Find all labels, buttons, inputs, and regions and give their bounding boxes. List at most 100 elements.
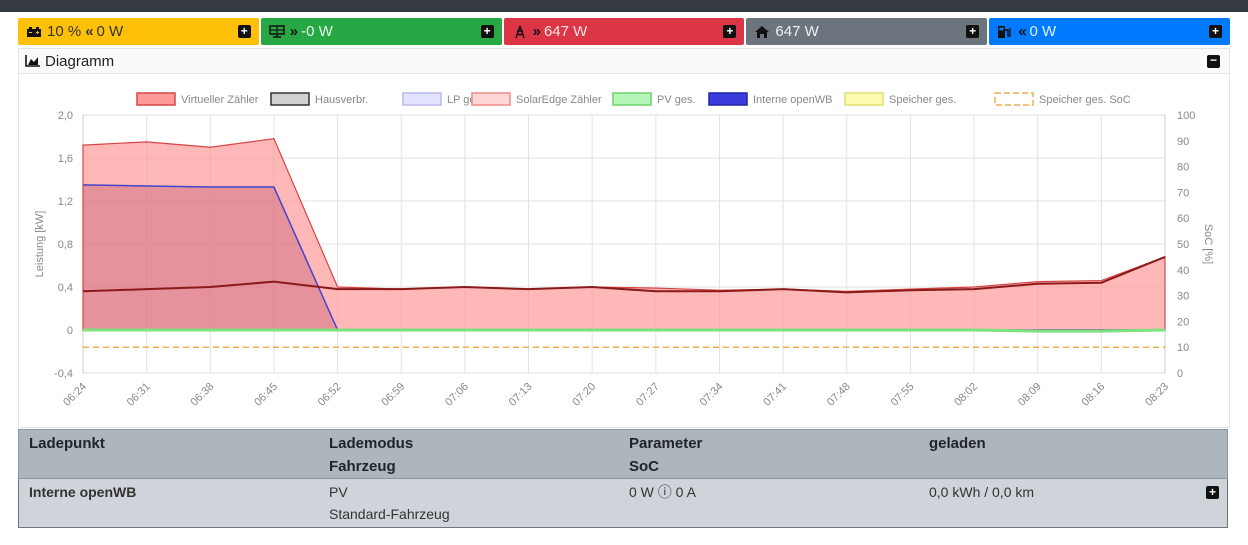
legend-swatch	[708, 92, 748, 106]
ev-plug-icon	[995, 25, 1015, 39]
x-tick-label: 07:41	[761, 381, 789, 409]
x-tick-label: 07:27	[634, 381, 662, 409]
battery-power: 0 W	[96, 23, 124, 40]
legend-swatch	[402, 92, 442, 106]
x-tick-label: 07:06	[443, 381, 471, 409]
y-axis-label: Leistung [kW]	[34, 211, 46, 278]
collapse-minus-icon[interactable]: −	[1207, 54, 1220, 68]
x-tick-label: 08:09	[1016, 381, 1044, 409]
lp-direction-icon: «	[1018, 23, 1027, 40]
legend-label: Virtueller Zähler	[181, 94, 259, 106]
y-tick-label: 1,6	[58, 153, 73, 165]
y2-tick-label: 20	[1177, 316, 1189, 328]
battery-direction-icon: «	[85, 23, 94, 40]
y2-axis-label: SoC [%]	[1202, 224, 1214, 264]
ev-power: 647 W	[543, 23, 588, 40]
top-navbar	[0, 0, 1248, 12]
legend-label: Interne openWB	[753, 94, 833, 106]
y2-tick-label: 0	[1177, 368, 1183, 380]
chargepoint-status-tile[interactable]: « 0 W +	[989, 18, 1230, 45]
expand-plus-icon[interactable]: +	[1208, 25, 1222, 38]
legend-label: PV ges.	[657, 94, 696, 106]
house-power: 647 W	[775, 23, 819, 40]
legend-swatch	[994, 92, 1034, 106]
status-bar: 10 % « 0 W + » -0 W + » 647 W + 647 W + …	[18, 18, 1230, 45]
x-tick-label: 07:20	[570, 381, 598, 409]
x-tick-label: 07:13	[507, 381, 535, 409]
y2-tick-label: 30	[1177, 291, 1189, 303]
battery-status-tile[interactable]: 10 % « 0 W +	[18, 18, 259, 45]
header-geladen: geladen	[929, 435, 986, 452]
y-tick-label: 1,2	[58, 196, 73, 208]
header-fahrzeug: Fahrzeug	[329, 458, 396, 475]
header-parameter: Parameter	[629, 435, 703, 452]
y2-tick-label: 40	[1177, 265, 1189, 277]
table-row[interactable]: Interne openWB PV Standard-Fahrzeug 0 W …	[18, 479, 1228, 528]
battery-soc: 10 %	[47, 23, 82, 40]
grid-status-tile[interactable]: » -0 W +	[260, 18, 502, 45]
legend-swatch	[471, 92, 511, 106]
y2-tick-label: 10	[1177, 342, 1189, 354]
legend-swatch	[612, 92, 652, 106]
x-tick-label: 07:34	[698, 381, 726, 409]
diagram-header[interactable]: Diagramm −	[19, 49, 1229, 74]
header-soc: SoC	[629, 458, 659, 475]
legend-label: Hausverbr.	[315, 94, 368, 106]
x-tick-label: 07:55	[889, 381, 917, 409]
chargepoint-table: Ladepunkt Lademodus Fahrzeug Parameter S…	[18, 429, 1228, 528]
x-tick-label: 06:31	[125, 381, 153, 409]
house-status-tile[interactable]: 647 W +	[746, 18, 988, 45]
expand-plus-icon[interactable]: +	[966, 25, 980, 38]
legend-swatch	[844, 92, 884, 106]
x-tick-label: 07:48	[825, 381, 853, 409]
legend-swatch	[270, 92, 310, 106]
legend-label: SolarEdge Zähler	[516, 94, 602, 106]
x-tick-label: 08:16	[1080, 381, 1108, 409]
header-lademodus: Lademodus	[329, 435, 414, 452]
lp-power: 0 W	[1029, 23, 1057, 40]
row-geladen: 0,0 kWh / 0,0 km	[929, 484, 1035, 500]
expand-plus-icon[interactable]: +	[237, 25, 251, 38]
y-tick-label: 2,0	[58, 110, 73, 122]
ev-charger-icon	[510, 25, 530, 39]
x-tick-label: 06:59	[379, 381, 407, 409]
expand-plus-icon[interactable]: +	[1206, 486, 1219, 499]
table-header: Ladepunkt Lademodus Fahrzeug Parameter S…	[18, 429, 1228, 479]
diagram-title: Diagramm	[45, 52, 115, 70]
series-pv-ges	[83, 328, 1166, 333]
grid-power: -0 W	[301, 23, 333, 40]
x-tick-label: 08:23	[1143, 381, 1171, 409]
x-tick-label: 08:02	[952, 381, 980, 409]
ev-direction-icon: »	[532, 23, 541, 40]
grid-icon	[267, 25, 287, 39]
expand-plus-icon[interactable]: +	[723, 25, 737, 38]
row-ladepunkt: Interne openWB	[29, 484, 137, 500]
battery-icon	[24, 25, 44, 39]
grid-direction-icon: »	[289, 23, 299, 40]
y2-tick-label: 80	[1177, 162, 1189, 174]
y-tick-label: 0,8	[58, 239, 73, 251]
power-chart: 2,01,61,20,80,40-0,410090807060504030201…	[34, 92, 1214, 409]
x-tick-label: 06:52	[316, 381, 344, 409]
y2-tick-label: 100	[1177, 110, 1195, 122]
y-tick-label: 0,4	[58, 282, 73, 294]
y2-tick-label: 60	[1177, 213, 1189, 225]
x-tick-label: 06:38	[188, 381, 216, 409]
y-tick-label: 0	[67, 325, 73, 337]
expand-plus-icon[interactable]: +	[480, 25, 494, 38]
area-chart-icon	[25, 54, 41, 68]
row-fahrzeug: Standard-Fahrzeug	[329, 506, 450, 522]
y2-tick-label: 90	[1177, 136, 1189, 148]
y-tick-label: -0,4	[54, 368, 73, 380]
x-tick-label: 06:45	[252, 381, 280, 409]
legend-label: Speicher ges. SoC	[1039, 94, 1131, 106]
y2-tick-label: 70	[1177, 187, 1189, 199]
header-ladepunkt: Ladepunkt	[29, 435, 105, 452]
row-parameter: 0 W ⓘ 0 A	[629, 484, 696, 500]
diagram-card: Diagramm − 2,0 1,6 1,2 0,8 0,4 0 -0,4 100 90 80 70…	[18, 48, 1230, 428]
ev-status-tile[interactable]: » 647 W +	[503, 18, 745, 45]
legend-swatch	[136, 92, 176, 106]
row-lademodus[interactable]: PV	[329, 481, 348, 504]
x-tick-label: 06:24	[61, 381, 89, 409]
y2-tick-label: 50	[1177, 239, 1189, 251]
